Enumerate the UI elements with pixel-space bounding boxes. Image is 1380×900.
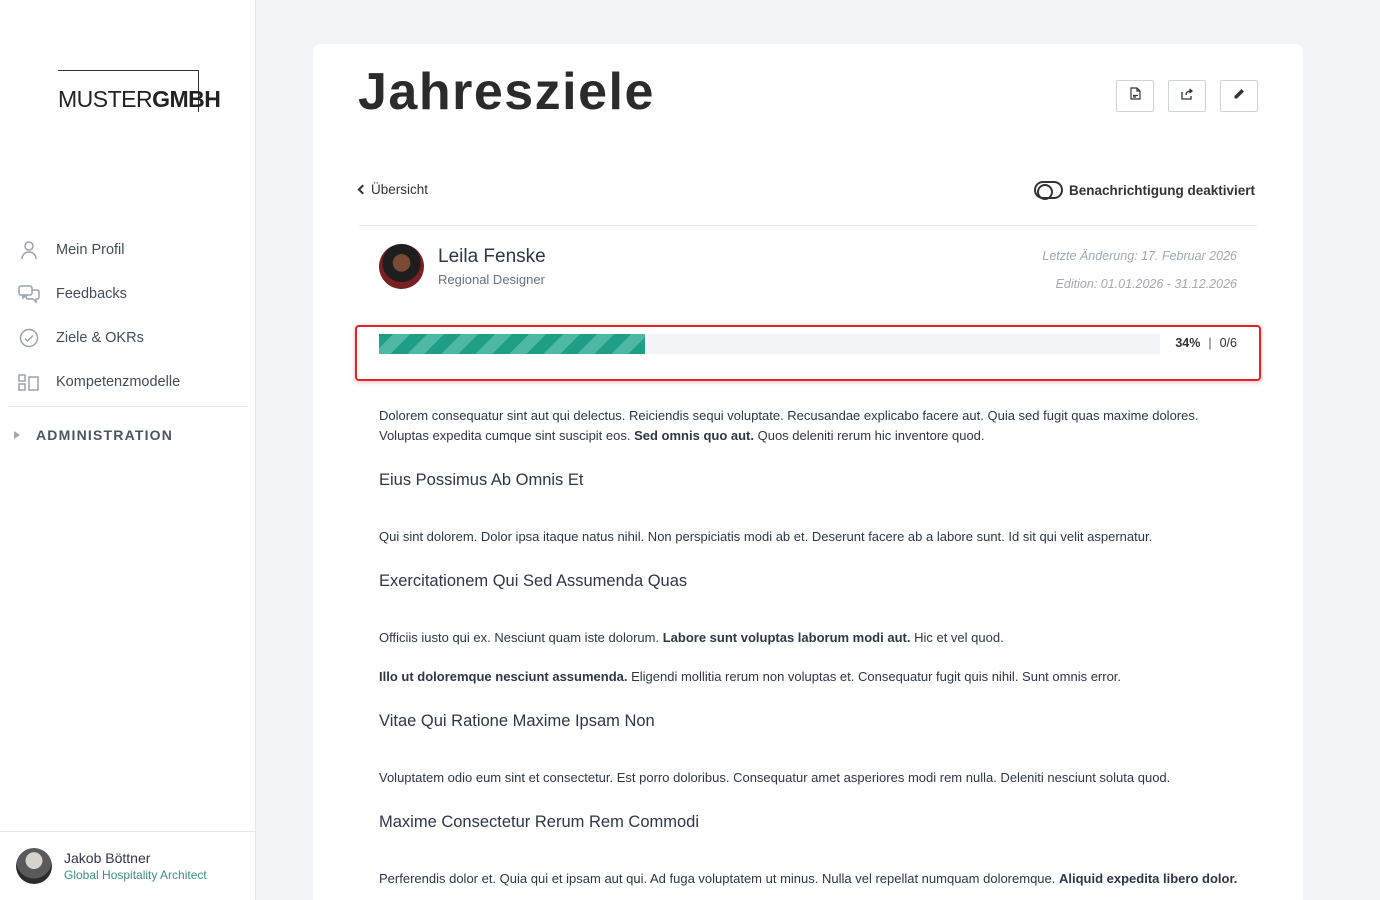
progress-section: 34% | 0/6 <box>355 325 1261 381</box>
progress-count: 0/6 <box>1219 336 1237 350</box>
nav-item-administration[interactable]: ADMINISTRATION <box>0 407 256 463</box>
pdf-icon <box>1129 87 1141 105</box>
goal-description: Dolorem consequatur sint aut qui delectu… <box>379 406 1239 900</box>
user-name: Jakob Böttner <box>64 850 151 866</box>
goal-meta: Letzte Änderung: 17. Februar 2026 Editio… <box>1042 242 1237 298</box>
goals-card: Jahresziele Übersicht Benachrichtigung d… <box>313 44 1303 900</box>
user-role: Global Hospitality Architect <box>64 868 207 882</box>
pencil-icon <box>1233 87 1245 105</box>
nav-item-feedbacks[interactable]: Feedbacks <box>0 272 256 316</box>
progress-summary: 34% | 0/6 <box>1175 336 1237 350</box>
avatar <box>16 848 52 884</box>
goal-heading: Exercitationem Qui Sed Assumenda Quas <box>379 572 688 590</box>
goal-heading: Vitae Qui Ratione Maxime Ipsam Non <box>379 712 655 730</box>
edition-range: Edition: 01.01.2026 - 31.12.2026 <box>1055 277 1237 291</box>
page-title: Jahresziele <box>358 63 655 121</box>
goal-paragraph: Qui sint dolorem. Dolor ipsa itaque natu… <box>379 529 1153 544</box>
goal-paragraph: Illo ut doloremque nesciunt assumenda. E… <box>379 669 1122 684</box>
nav-item-kompetenzmodelle[interactable]: Kompetenzmodelle <box>0 360 256 404</box>
goal-heading: Maxime Consectetur Rerum Rem Commodi <box>379 813 700 831</box>
toolbar <box>1116 80 1258 112</box>
logo-part-2: GMBH <box>152 86 221 112</box>
divider <box>359 225 1257 226</box>
back-label: Übersicht <box>371 182 429 197</box>
nav-label: Mein Profil <box>56 242 125 258</box>
main-nav: Mein Profil Feedbacks Ziele & OKRs Kompe… <box>0 228 256 463</box>
nav-label: Ziele & OKRs <box>56 330 144 346</box>
nav-label: Feedbacks <box>56 286 127 302</box>
pdf-button[interactable] <box>1116 80 1154 112</box>
progress-percent: 34% <box>1175 336 1201 350</box>
goal-paragraph: Officiis iusto qui ex. Nesciunt quam ist… <box>379 630 1004 645</box>
progress-fill <box>379 334 645 354</box>
current-user[interactable]: Jakob Böttner Global Hospitality Archite… <box>0 831 256 900</box>
goal-paragraph: Voluptatem odio eum sint et consectetur.… <box>379 770 1171 785</box>
share-icon <box>1180 87 1194 105</box>
notification-toggle[interactable]: Benachrichtigung deaktiviert <box>1033 181 1255 200</box>
owner-role: Regional Designer <box>438 272 545 287</box>
back-link[interactable]: Übersicht <box>357 182 429 197</box>
edit-button[interactable] <box>1220 80 1258 112</box>
owner-name: Leila Fenske <box>438 246 546 267</box>
sidebar: MUSTERGMBH Mein Profil Feedbacks Ziele &… <box>0 0 256 900</box>
company-logo[interactable]: MUSTERGMBH <box>58 70 221 112</box>
last-change: Letzte Änderung: 17. Februar 2026 <box>1042 249 1237 263</box>
chevron-left-icon <box>357 184 368 195</box>
logo-part-1: MUSTER <box>58 86 153 112</box>
progress-bar <box>379 334 1160 354</box>
caret-right-icon <box>14 431 20 439</box>
goal-owner: Leila Fenske Regional Designer <box>379 244 546 289</box>
share-button[interactable] <box>1168 80 1206 112</box>
user-icon <box>18 239 40 261</box>
nav-item-ziele-okrs[interactable]: Ziele & OKRs <box>0 316 256 360</box>
notification-label: Benachrichtigung deaktiviert <box>1068 182 1255 198</box>
goal-paragraph: Perferendis dolor et. Quia qui et ipsam … <box>379 871 1238 886</box>
toggle-icon[interactable] <box>1033 181 1063 200</box>
nav-item-mein-profil[interactable]: Mein Profil <box>0 228 256 272</box>
competency-icon <box>18 371 40 393</box>
owner-avatar <box>379 244 424 289</box>
chat-icon <box>18 283 40 305</box>
nav-label: Kompetenzmodelle <box>56 374 181 390</box>
check-circle-icon <box>18 327 40 349</box>
separator: | <box>1208 336 1212 350</box>
goal-heading: Eius Possimus Ab Omnis Et <box>379 471 584 489</box>
intro-paragraph: Dolorem consequatur sint aut qui delectu… <box>379 408 1199 443</box>
admin-label: ADMINISTRATION <box>36 427 174 443</box>
